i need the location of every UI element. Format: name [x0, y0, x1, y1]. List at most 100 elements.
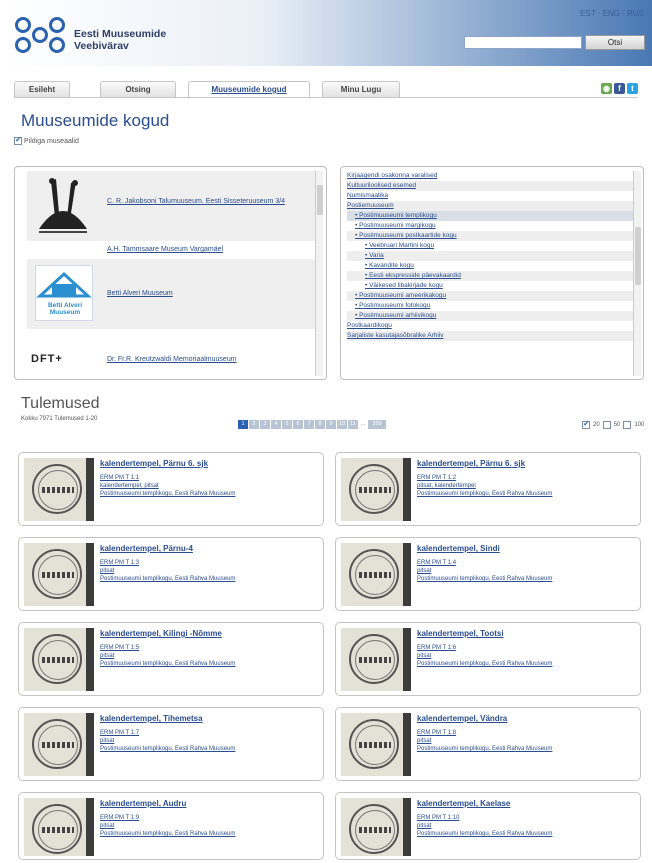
result-title-link[interactable]: kalendertempel, Pärnu-4: [100, 544, 193, 553]
category-item[interactable]: Numismaatika: [347, 191, 633, 201]
result-card[interactable]: kalendertempel, Tootsi ERM PM T 1:6 pits…: [335, 622, 641, 696]
result-keywords[interactable]: pitsat: [417, 653, 431, 659]
result-keywords[interactable]: pitsat: [100, 568, 114, 574]
result-code[interactable]: ERM PM T 1:10: [417, 815, 459, 821]
result-title-link[interactable]: kalendertempel, Sindi: [417, 544, 500, 553]
result-collection[interactable]: Postimuuseumi templikogu, Eesti Rahva Mu…: [100, 661, 235, 667]
result-card[interactable]: kalendertempel, Pärnu 6. sjk ERM PM T 1:…: [18, 452, 324, 526]
search-input[interactable]: [464, 36, 582, 49]
category-item[interactable]: • Väikesed libakirjade kogu: [347, 281, 633, 291]
museum-network-logo-icon[interactable]: [14, 16, 66, 54]
result-card[interactable]: kalendertempel, Vändra ERM PM T 1:8 pits…: [335, 707, 641, 781]
stamp-thumbnail[interactable]: [24, 628, 94, 691]
image-filter-checkbox-row[interactable]: Pildiga museaalid: [14, 135, 79, 145]
result-collection[interactable]: Postimuuseumi templikogu, Eesti Rahva Mu…: [417, 576, 552, 582]
category-item[interactable]: • Veebruari Martini kogu: [347, 241, 633, 251]
search-button[interactable]: Otsi: [585, 35, 645, 50]
result-collection[interactable]: Postimuuseumi templikogu, Eesti Rahva Mu…: [417, 661, 552, 667]
result-title-link[interactable]: kalendertempel, Kilingi -Nõmme: [100, 629, 222, 638]
page-link[interactable]: 4: [271, 420, 281, 429]
category-item-selected[interactable]: • Postimuuseumi templikogu: [347, 211, 633, 221]
result-title-link[interactable]: kalendertempel, Audru: [100, 799, 186, 808]
result-card[interactable]: kalendertempel, Tihemetsa ERM PM T 1:7 p…: [18, 707, 324, 781]
result-card[interactable]: kalendertempel, Pärnu 6. sjk ERM PM T 1:…: [335, 452, 641, 526]
stamp-thumbnail[interactable]: [341, 628, 411, 691]
result-card[interactable]: kalendertempel, Audru ERM PM T 1:9 pitsa…: [18, 792, 324, 860]
result-code[interactable]: ERM PM T 1:4: [417, 560, 456, 566]
stamp-thumbnail[interactable]: [341, 798, 411, 856]
museum-list-scrollbar[interactable]: [315, 171, 323, 376]
facebook-icon[interactable]: f: [614, 83, 625, 94]
page-link[interactable]: 9: [326, 420, 336, 429]
category-item[interactable]: • Postimuuseumi postkaartide kogu: [347, 231, 633, 241]
result-title-link[interactable]: kalendertempel, Pärnu 6. sjk: [100, 459, 208, 468]
result-collection[interactable]: Postimuuseumi templikogu, Eesti Rahva Mu…: [100, 491, 235, 497]
category-item[interactable]: • Postimuuseumi fotokogu: [347, 301, 633, 311]
result-code[interactable]: ERM PM T 1:5: [100, 645, 139, 651]
page-link-last[interactable]: 399: [368, 420, 386, 429]
result-keywords[interactable]: pitsat: [100, 653, 114, 659]
result-collection[interactable]: Postimuuseumi templikogu, Eesti Rahva Mu…: [417, 746, 552, 752]
per-page-100-checkbox[interactable]: [623, 421, 632, 429]
result-title-link[interactable]: kalendertempel, Tootsi: [417, 629, 504, 638]
stamp-thumbnail[interactable]: [341, 713, 411, 776]
museum-label[interactable]: Dr. Fr.R. Kreutzwaldi Memoriaalmuuseum: [107, 355, 297, 364]
result-keywords[interactable]: pitsat: [100, 738, 114, 744]
result-collection[interactable]: Postimuuseumi templikogu, Eesti Rahva Mu…: [100, 831, 235, 837]
result-title-link[interactable]: kalendertempel, Vändra: [417, 714, 507, 723]
museum-item[interactable]: DFT+ Dr. Fr.R. Kreutzwaldi Memoriaalmuus…: [27, 347, 316, 371]
museum-item[interactable]: A.H. Tammsaare Museum Vargamäel: [27, 241, 316, 259]
category-item[interactable]: Sarjaliste kasutajasõbralike Arhiiv: [347, 331, 633, 341]
result-keywords[interactable]: kalendertempel, pitsat: [100, 483, 159, 489]
stamp-thumbnail[interactable]: [341, 543, 411, 606]
result-keywords[interactable]: pitsat: [100, 823, 114, 829]
museum-label[interactable]: C. R. Jakobsoni Talumuuseum. Eesti Sisse…: [107, 197, 297, 206]
result-title-link[interactable]: kalendertempel, Tihemetsa: [100, 714, 203, 723]
page-link[interactable]: 10: [337, 420, 347, 429]
rss-icon[interactable]: ◉: [601, 83, 612, 94]
scrollbar-thumb[interactable]: [635, 227, 641, 285]
result-collection[interactable]: Postimuuseumi templikogu, Eesti Rahva Mu…: [417, 491, 552, 497]
result-collection[interactable]: Postimuuseumi templikogu, Eesti Rahva Mu…: [417, 831, 552, 837]
scrollbar-thumb[interactable]: [317, 185, 323, 215]
result-keywords[interactable]: pitsat, kalendertempel: [417, 483, 476, 489]
tab-minu-lugu[interactable]: Minu Lugu: [322, 81, 400, 97]
result-title-link[interactable]: kalendertempel, Pärnu 6. sjk: [417, 459, 525, 468]
tab-muuseumide-kogud[interactable]: Muuseumide kogud: [188, 81, 310, 97]
category-item[interactable]: Kirjaagendi osakonna varalised: [347, 171, 633, 181]
stamp-thumbnail[interactable]: [24, 458, 94, 521]
result-keywords[interactable]: pitsat: [417, 823, 431, 829]
result-code[interactable]: ERM PM T 1:3: [100, 560, 139, 566]
category-item[interactable]: • Postimuuseumi arhiivikogu: [347, 311, 633, 321]
category-item[interactable]: • Postimuuseumi margikogu: [347, 221, 633, 231]
result-keywords[interactable]: pitsat: [417, 738, 431, 744]
result-collection[interactable]: Postimuuseumi templikogu, Eesti Rahva Mu…: [100, 576, 235, 582]
result-code[interactable]: ERM PM T 1:9: [100, 815, 139, 821]
image-filter-checkbox[interactable]: [14, 135, 22, 145]
page-link[interactable]: 7: [304, 420, 314, 429]
stamp-thumbnail[interactable]: [24, 713, 94, 776]
result-card[interactable]: kalendertempel, Kaelase ERM PM T 1:10 pi…: [335, 792, 641, 860]
museum-label[interactable]: A.H. Tammsaare Museum Vargamäel: [107, 245, 297, 254]
stamp-thumbnail[interactable]: [24, 543, 94, 606]
result-code[interactable]: ERM PM T 1:8: [417, 730, 456, 736]
page-link[interactable]: 1: [238, 420, 248, 429]
tab-esileht[interactable]: Esileht: [14, 81, 70, 97]
page-link[interactable]: 8: [315, 420, 325, 429]
category-item[interactable]: • Postimuuseumi ameerikakogu: [347, 291, 633, 301]
category-item[interactable]: Postiemuuseum: [347, 201, 633, 211]
result-collection[interactable]: Postimuuseumi templikogu, Eesti Rahva Mu…: [100, 746, 235, 752]
per-page-20-checkbox[interactable]: [582, 419, 590, 429]
result-keywords[interactable]: pitsat: [417, 568, 431, 574]
page-link[interactable]: 5: [282, 420, 292, 429]
museum-label[interactable]: Betti Alveri Muuseum: [107, 289, 297, 298]
result-code[interactable]: ERM PM T 1:6: [417, 645, 456, 651]
category-item[interactable]: • Eesti ekspresside päevakaardid: [347, 271, 633, 281]
result-card[interactable]: kalendertempel, Sindi ERM PM T 1:4 pitsa…: [335, 537, 641, 611]
result-card[interactable]: kalendertempel, Pärnu-4 ERM PM T 1:3 pit…: [18, 537, 324, 611]
stamp-thumbnail[interactable]: [341, 458, 411, 521]
page-link[interactable]: 6: [293, 420, 303, 429]
page-link[interactable]: 11: [348, 420, 358, 429]
museum-item[interactable]: Betti Alveri Muuseum Betti Alveri Muuseu…: [27, 259, 316, 329]
site-title[interactable]: Eesti Muuseumide Veebivärav: [74, 28, 166, 52]
